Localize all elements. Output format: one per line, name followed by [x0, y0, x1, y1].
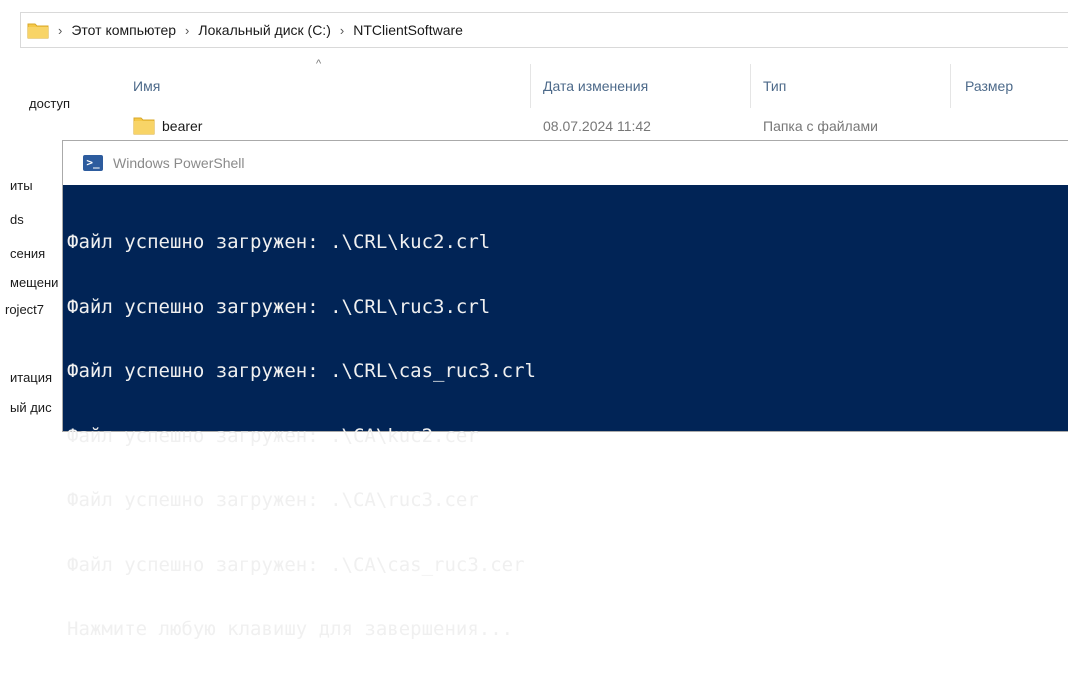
console-prompt-line: Нажмите любую клавишу для завершения... — [67, 618, 514, 640]
nav-item[interactable]: мещени — [10, 275, 62, 290]
column-divider[interactable] — [950, 64, 951, 108]
powershell-title-bar[interactable]: >_ Windows PowerShell — [63, 141, 1068, 185]
breadcrumb-separator: › — [185, 22, 190, 38]
console-line: Файл успешно загружен: .\CA\ruc3.cer — [67, 489, 479, 511]
nav-item[interactable]: ds — [10, 212, 24, 227]
file-type: Папка с файлами — [763, 118, 878, 134]
breadcrumb-this-pc[interactable]: Этот компьютер — [71, 22, 176, 38]
console-line: Файл успешно загружен: .\CRL\ruc3.crl — [67, 295, 491, 318]
breadcrumb-separator: › — [58, 22, 63, 38]
breadcrumb-separator: › — [339, 22, 345, 38]
console-output[interactable]: Файл успешно загружен: .\CRL\kuc2.crl Фа… — [63, 185, 1068, 684]
file-name: bearer — [162, 118, 203, 134]
powershell-window[interactable]: >_ Windows PowerShell Файл успешно загру… — [62, 140, 1068, 640]
nav-item[interactable]: roject7 — [5, 302, 57, 317]
folder-icon — [133, 115, 155, 140]
nav-item[interactable]: ый дис — [10, 400, 62, 415]
sort-ascending-icon: ^ — [316, 58, 322, 70]
column-header-date[interactable]: Дата изменения — [543, 78, 648, 94]
console-line: Файл успешно загружен: .\CRL\cas_ruc3.cr… — [67, 360, 536, 382]
column-header-type[interactable]: Тип — [763, 78, 786, 94]
address-bar[interactable]: › Этот компьютер › Локальный диск (C:) ›… — [20, 12, 1068, 48]
console-line: Файл успешно загружен: .\CRL\kuc2.crl — [67, 231, 491, 253]
window-title: Windows PowerShell — [113, 155, 245, 171]
column-header-size[interactable]: Размер — [965, 78, 1013, 94]
breadcrumb-ntclientsoftware[interactable]: NTClientSoftware — [353, 22, 463, 38]
breadcrumb-local-disk[interactable]: Локальный диск (C:) — [198, 22, 331, 38]
nav-item[interactable]: иты — [10, 178, 42, 193]
column-header-name[interactable]: Имя — [133, 78, 160, 94]
console-line: Файл успешно загружен: .\CA\cas_ruc3.cer — [67, 553, 525, 576]
column-divider[interactable] — [530, 64, 531, 108]
console-line: Файл успешно загружен: .\CA\kuc2.cer — [67, 424, 479, 447]
nav-item[interactable]: сения — [10, 246, 62, 261]
file-date: 08.07.2024 11:42 — [543, 118, 651, 134]
powershell-icon: >_ — [83, 155, 103, 171]
column-divider[interactable] — [750, 64, 751, 108]
nav-item-quick-access[interactable]: доступ — [0, 96, 70, 111]
folder-icon — [27, 21, 49, 39]
nav-item[interactable]: итация — [10, 370, 62, 385]
